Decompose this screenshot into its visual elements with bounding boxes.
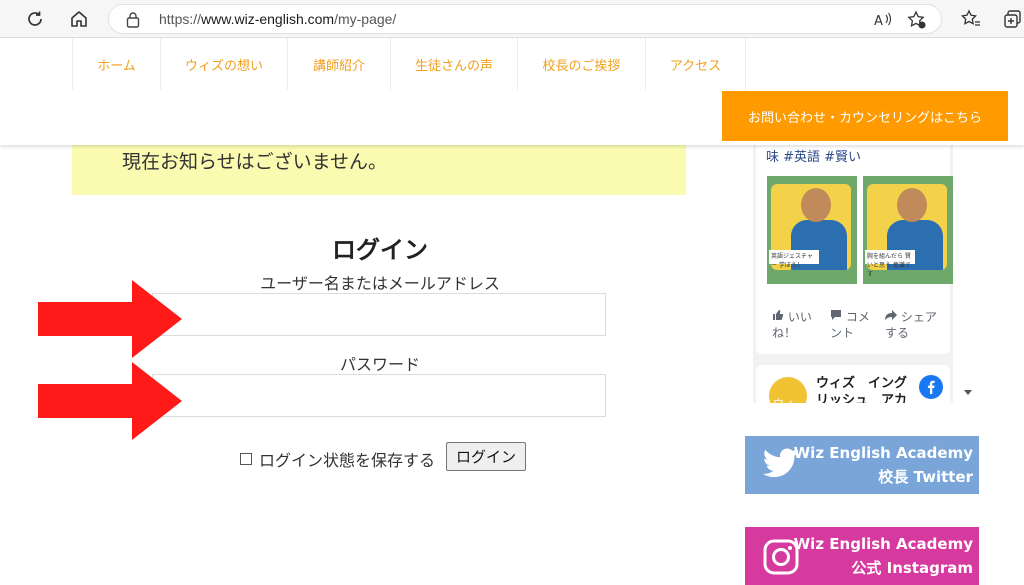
login-title: ログイン (332, 236, 428, 264)
comment-icon (831, 310, 841, 320)
collections-icon[interactable] (1000, 6, 1024, 32)
post-hashtags[interactable]: 味 #英語 #賢い (766, 146, 861, 165)
site-header: ホーム ウィズの想い 講師紹介 生徒さんの声 校長のご挨拶 アクセス お問い合わ… (0, 38, 1024, 145)
facebook-widget: 味 #英語 #賢い 英語ジェスチャー 学ぼう！ 腕を組んだら 賢いと思う 意識で… (753, 145, 953, 403)
instagram-banner-title: Wiz English Academy (793, 535, 973, 553)
facebook-icon[interactable] (919, 375, 943, 399)
menu-item-greeting[interactable]: 校長のご挨拶 (517, 38, 645, 90)
remember-me[interactable]: ログイン状態を保存する (240, 447, 435, 471)
remember-label: ログイン状態を保存する (259, 451, 436, 470)
address-bar[interactable]: https://www.wiz-english.com/my-page/ A (108, 4, 942, 34)
lock-icon[interactable] (125, 11, 141, 33)
favorites-icon[interactable] (958, 6, 984, 32)
remember-checkbox[interactable] (240, 453, 252, 465)
menu-item-testimonials[interactable]: 生徒さんの声 (390, 38, 517, 90)
thumbs-up-icon (773, 310, 783, 320)
post-image[interactable]: 英語ジェスチャー 学ぼう！ (767, 176, 857, 284)
username-input[interactable] (152, 293, 606, 336)
twitter-banner-title: Wiz English Academy (793, 444, 973, 462)
svg-text:A: A (874, 14, 883, 29)
menu-item-home[interactable]: ホーム (72, 38, 160, 90)
post-image[interactable]: 腕を組んだら 賢いと思う 意識です (863, 176, 953, 284)
password-input[interactable] (152, 374, 606, 417)
login-button[interactable]: ログイン (446, 442, 526, 471)
menu-item-instructors[interactable]: 講師紹介 (287, 38, 390, 90)
red-arrow-icon (38, 362, 182, 440)
menu-item-access[interactable]: アクセス (645, 38, 746, 90)
home-icon[interactable] (66, 6, 92, 32)
url-text: https://www.wiz-english.com/my-page/ (159, 11, 397, 27)
instagram-banner[interactable]: Wiz English Academy 公式 Instagram (745, 527, 979, 585)
menu-item-philosophy[interactable]: ウィズの想い (160, 38, 287, 90)
notice-text: 現在お知らせはございません。 (122, 151, 388, 173)
browser-toolbar: https://www.wiz-english.com/my-page/ A (0, 0, 1024, 38)
main-menu: ホーム ウィズの想い 講師紹介 生徒さんの声 校長のご挨拶 アクセス (72, 38, 746, 90)
share-icon (885, 310, 897, 320)
facebook-post: 味 #英語 #賢い 英語ジェスチャー 学ぼう！ 腕を組んだら 賢いと思う 意識で… (756, 145, 953, 354)
share-button[interactable]: シェア する (885, 309, 937, 341)
read-aloud-icon[interactable]: A (873, 10, 893, 34)
page-logo: ウィ (769, 377, 807, 403)
like-button[interactable]: いい ね！ (772, 309, 812, 341)
favorite-add-icon[interactable] (907, 10, 927, 34)
twitter-banner-subtitle: 校長 Twitter (878, 468, 973, 486)
red-arrow-icon (38, 280, 182, 358)
instagram-banner-subtitle: 公式 Instagram (851, 559, 973, 577)
scroll-down-arrow-icon[interactable] (964, 390, 972, 395)
facebook-page-header[interactable]: ウィ ウィズ イング リッシュ アカ (756, 365, 950, 403)
page-name[interactable]: ウィズ イング リッシュ アカ (816, 375, 907, 403)
notice-box: 現在お知らせはございません。 (72, 143, 686, 195)
refresh-icon[interactable] (22, 6, 48, 32)
comment-button[interactable]: コメ ント (830, 309, 870, 341)
contact-button[interactable]: お問い合わせ・カウンセリングはこちら (722, 91, 1008, 141)
twitter-banner[interactable]: Wiz English Academy 校長 Twitter (745, 436, 979, 494)
